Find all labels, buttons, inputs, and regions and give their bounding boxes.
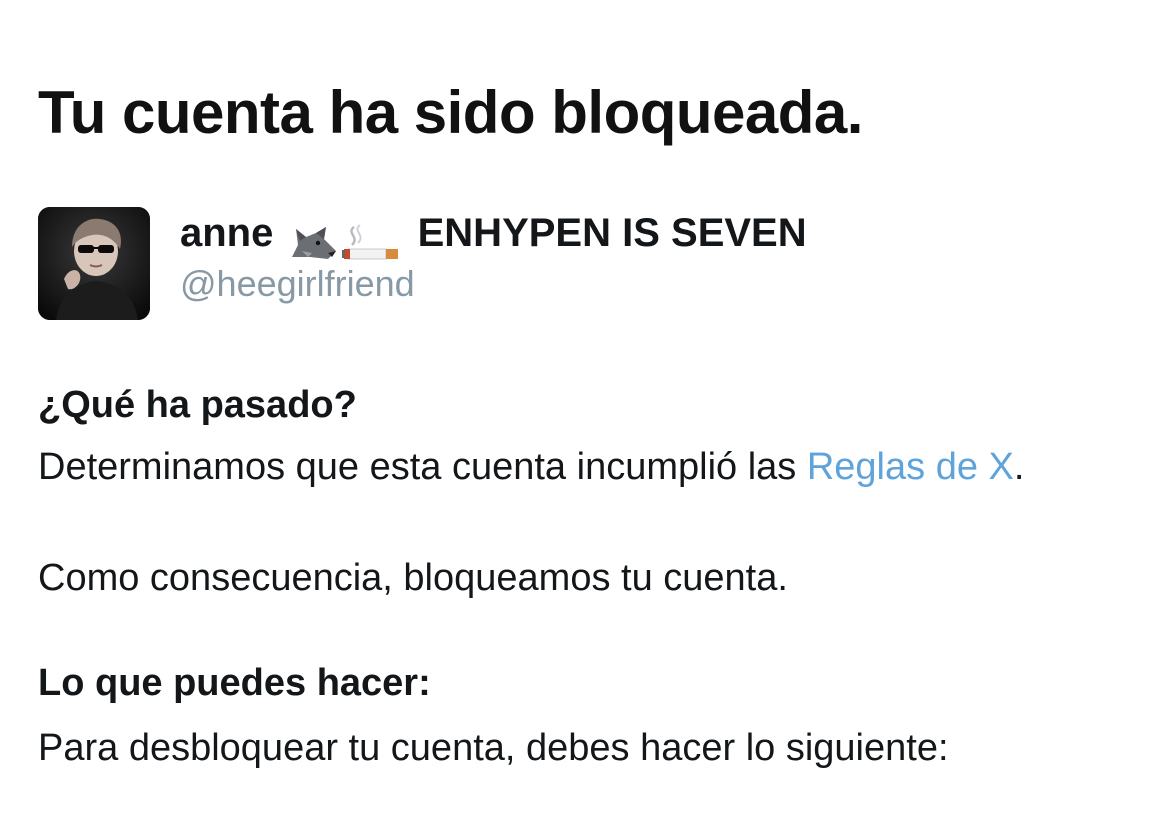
avatar-photo-icon xyxy=(38,207,150,320)
display-name: anne ENHYPEN IS SEVEN xyxy=(180,209,807,265)
violation-text: Determinamos que esta cuenta incumplió l… xyxy=(38,446,1024,489)
display-name-suffix: ENHYPEN IS SEVEN xyxy=(417,211,807,255)
what-happened-heading: ¿Qué ha pasado? xyxy=(38,384,357,426)
what-you-can-do-heading: Lo que puedes hacer: xyxy=(38,662,431,704)
violation-text-after-link: . xyxy=(1013,446,1025,488)
account-card: anne ENHYPEN IS SEVEN @heegirlfriend xyxy=(38,207,1038,322)
page-title: Tu cuenta ha sido bloqueada. xyxy=(38,79,863,146)
display-name-emojis xyxy=(288,217,400,265)
violation-text-before-link: Determinamos que esta cuenta incumplió l… xyxy=(38,446,807,488)
avatar xyxy=(38,207,150,320)
rules-link[interactable]: Reglas de X xyxy=(807,446,1014,488)
wolf-emoji-icon xyxy=(292,227,337,260)
consequence-text: Como consecuencia, bloqueamos tu cuenta. xyxy=(38,557,788,599)
account-handle: @heegirlfriend xyxy=(180,263,415,304)
unlock-instructions-text: Para desbloquear tu cuenta, debes hacer … xyxy=(38,727,949,769)
cigarette-emoji-icon xyxy=(342,224,399,260)
display-name-prefix: anne xyxy=(180,211,274,255)
